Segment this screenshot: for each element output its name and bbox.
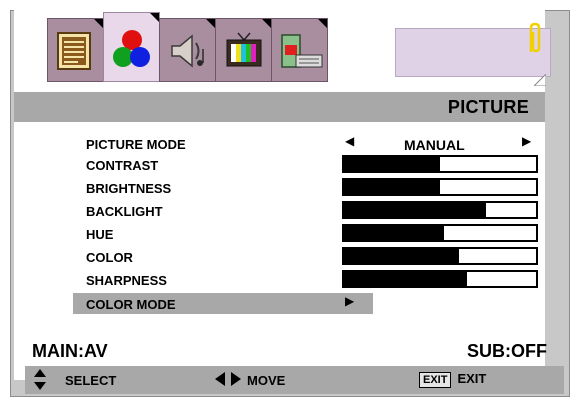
contrast-label[interactable]: CONTRAST — [86, 158, 158, 173]
paperclip-icon — [529, 22, 541, 53]
exit-key-icon: EXIT — [419, 372, 452, 388]
tab-picture-notes[interactable] — [47, 18, 104, 82]
left-arrow-icon[interactable]: ◀ — [345, 134, 354, 148]
move-hint: MOVE — [247, 373, 286, 388]
backlight-label[interactable]: BACKLIGHT — [86, 204, 163, 219]
main-source: MAIN:AV — [32, 341, 108, 361]
brightness-level — [344, 180, 440, 194]
left-right-arrow-icon — [215, 372, 241, 389]
right-arrow-icon[interactable]: ▶ — [522, 134, 531, 148]
picture-mode-value[interactable]: MANUAL — [404, 137, 465, 153]
up-down-arrow-icon — [34, 369, 46, 394]
backlight-slider[interactable] — [342, 201, 538, 219]
notes-icon — [57, 32, 91, 70]
tv-icon — [226, 32, 262, 67]
contrast-level — [344, 157, 440, 171]
hue-label[interactable]: HUE — [86, 227, 113, 242]
color-mode-arrow-icon[interactable]: ▶ — [345, 294, 354, 308]
hue-level — [344, 226, 444, 240]
sharpness-label[interactable]: SHARPNESS — [86, 273, 167, 288]
exit-label: EXIT — [457, 371, 487, 386]
sharpness-level — [344, 272, 467, 286]
color-level — [344, 249, 460, 263]
tab-computer[interactable] — [271, 18, 328, 82]
color-slider[interactable] — [342, 247, 538, 265]
computer-icon — [281, 34, 323, 68]
exit-hint: EXIT EXIT — [419, 371, 486, 388]
tab-audio[interactable] — [159, 18, 216, 82]
speaker-icon — [171, 34, 204, 68]
tab-color[interactable] — [103, 12, 160, 82]
menu-header: PICTURE — [14, 92, 545, 122]
page-title: PICTURE — [447, 97, 529, 117]
color-label[interactable]: COLOR — [86, 250, 133, 265]
sub-source: SUB:OFF — [467, 341, 547, 361]
picture-mode-label[interactable]: PICTURE MODE — [86, 137, 186, 152]
footer-bar: SELECT MOVE EXIT EXIT — [25, 366, 564, 394]
backlight-level — [344, 203, 487, 217]
tab-tv[interactable] — [215, 18, 272, 82]
select-hint: SELECT — [65, 373, 117, 388]
sharpness-slider[interactable] — [342, 270, 538, 288]
contrast-slider[interactable] — [342, 155, 538, 173]
brightness-label[interactable]: BRIGHTNESS — [86, 181, 171, 196]
color-mode-label[interactable]: COLOR MODE — [86, 297, 176, 312]
brightness-slider[interactable] — [342, 178, 538, 196]
color-balls-icon — [113, 30, 150, 67]
page-fold-icon — [534, 74, 546, 86]
hue-slider[interactable] — [342, 224, 538, 242]
